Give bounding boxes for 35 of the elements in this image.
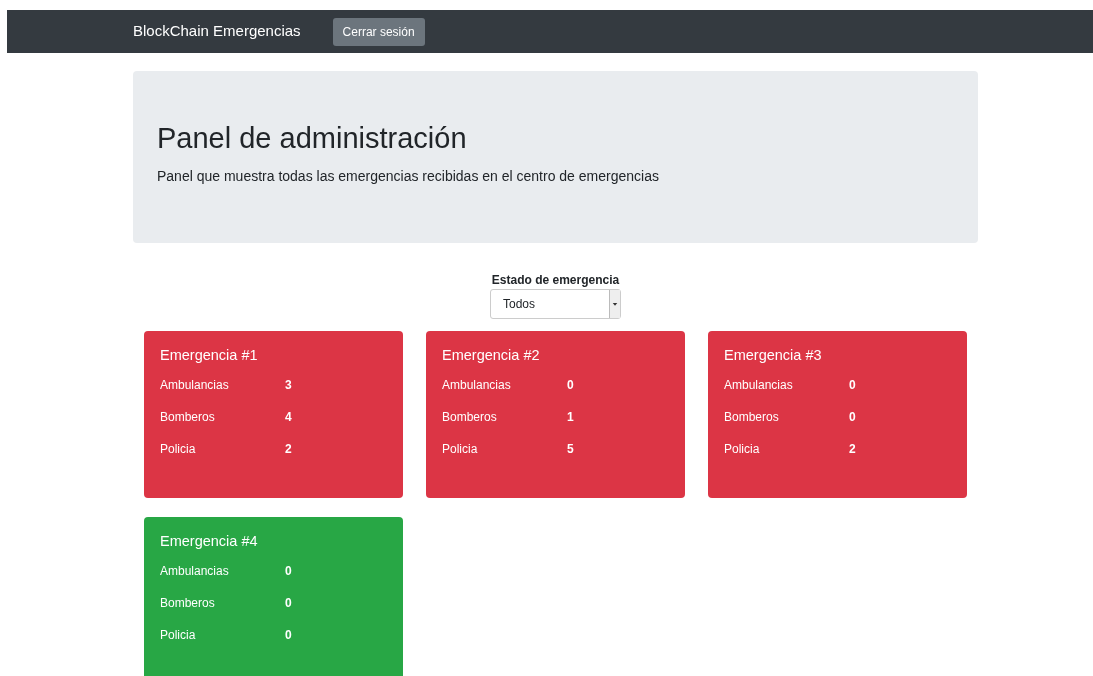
resource-count: 0 [285,627,292,645]
resource-count: 5 [567,441,574,459]
resource-label: Ambulancias [160,563,230,581]
resource-label: Policia [442,441,479,459]
card-title: Emergencia #4 [160,532,259,551]
resource-label: Policia [160,627,197,645]
resource-count: 0 [849,409,856,427]
caret-icon [609,289,620,318]
resource-label: Ambulancias [442,377,512,395]
resource-count: 0 [849,377,856,395]
brand-name[interactable]: BlockChain Emergencias [133,20,301,43]
resource-count: 2 [285,441,292,459]
resource-count: 4 [285,409,292,427]
resource-label: Ambulancias [724,377,794,395]
resource-count: 0 [567,377,574,395]
page-subtitle: Panel que muestra todas las emergencias recibidas en el centro de emergencias [157,166,660,186]
page-title: Panel de administración [157,121,468,156]
resource-label: Bomberos [160,409,216,427]
resource-count: 1 [567,409,574,427]
resource-label: Ambulancias [160,377,230,395]
resource-label: Policia [724,441,761,459]
card-title: Emergencia #1 [160,346,259,365]
card-title: Emergencia #2 [442,346,541,365]
resource-label: Bomberos [442,409,498,427]
resource-count: 0 [285,563,292,581]
resource-count: 3 [285,377,292,395]
logout-button[interactable]: Cerrar sesión [332,17,425,46]
filter-label: Estado de emergencia [491,271,620,289]
resource-count: 0 [285,595,292,613]
status-select[interactable]: Todos [490,288,621,319]
resource-label: Bomberos [724,409,780,427]
resource-label: Policia [160,441,197,459]
resource-count: 2 [849,441,856,459]
resource-label: Bomberos [160,595,216,613]
card-title: Emergencia #3 [724,346,823,365]
